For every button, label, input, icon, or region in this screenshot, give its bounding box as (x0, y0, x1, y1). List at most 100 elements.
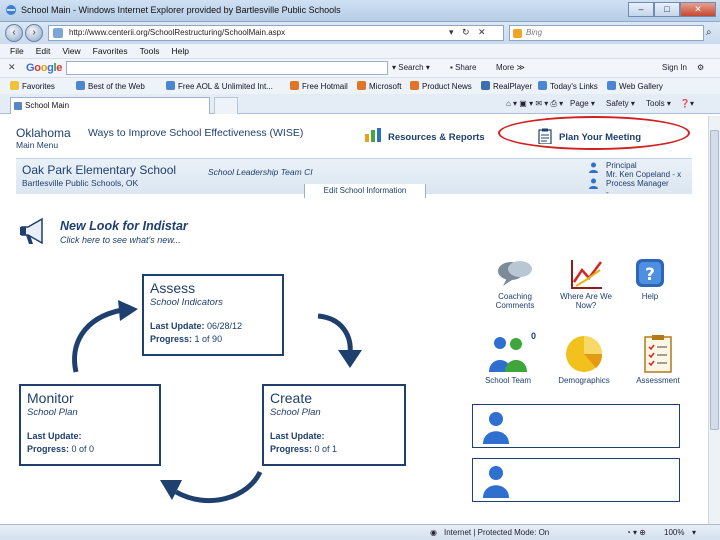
menu-tools[interactable]: Tools (140, 44, 160, 58)
tools-menu[interactable]: Tools ▾ (646, 99, 671, 108)
google-more-button[interactable]: More ≫ (496, 63, 525, 72)
svg-text:?: ? (645, 265, 655, 285)
monitor-to-assess-arrow (72, 300, 138, 373)
process-manager-name: - (606, 188, 609, 197)
page-icon (76, 81, 85, 90)
zoom-level[interactable]: 100% (664, 528, 684, 537)
fav-free-aol[interactable]: Free AOL & Unlimited Int... (166, 81, 273, 91)
bar-chart-icon[interactable] (364, 128, 382, 142)
where-are-we-now-label[interactable]: Where Are We Now? (549, 292, 623, 310)
close-button[interactable]: ✕ (680, 2, 716, 17)
school-name: Oak Park Elementary School (22, 163, 177, 177)
tab-school-main[interactable]: School Main (10, 97, 210, 114)
assessment-tile[interactable]: Assessment (621, 334, 695, 385)
person-icon (589, 162, 598, 173)
google-search-button[interactable]: ▾ Search ▾ (392, 63, 430, 72)
create-last-update: Last Update: (270, 431, 325, 441)
school-team-label[interactable]: School Team (471, 376, 545, 385)
tab-bar: School Main ⌂ ▾ ▣ ▾ ✉ ▾ ⎙ ▾ Page ▾ Safet… (0, 94, 720, 114)
assess-to-create-arrow (317, 313, 362, 368)
zoom-dropdown-icon[interactable]: ▾ (692, 528, 696, 537)
google-share-button[interactable]: ▪ Share (450, 63, 476, 72)
back-button[interactable]: ‹ (5, 24, 23, 42)
assessment-label[interactable]: Assessment (621, 376, 695, 385)
edit-school-info-button[interactable]: Edit School Information (304, 184, 426, 198)
announcement-title[interactable]: New Look for Indistar (60, 219, 188, 233)
zoom-icons[interactable]: ◔ ▾ ⊕ (626, 528, 646, 537)
bing-search-field[interactable]: Bing (509, 25, 704, 41)
page-menu[interactable]: Page ▾ (570, 99, 595, 108)
speech-bubbles-icon (498, 261, 532, 286)
create-subtitle: School Plan (270, 407, 321, 418)
team-icon (489, 337, 527, 372)
menu-help[interactable]: Help (171, 44, 188, 58)
fav-web-gallery[interactable]: Web Gallery (607, 81, 663, 91)
help-label[interactable]: Help (613, 292, 687, 301)
google-logo: Google (26, 62, 63, 74)
fav-realplayer[interactable]: RealPlayer (481, 81, 532, 91)
help-tile[interactable]: ? Help (613, 258, 687, 301)
menu-edit[interactable]: Edit (36, 44, 51, 58)
security-zone: Internet | Protected Mode: On (444, 528, 550, 537)
maximize-button[interactable]: □ (654, 2, 680, 17)
person-icon (483, 466, 509, 498)
page-icon (481, 81, 490, 90)
fav-product-news[interactable]: Product News (410, 81, 472, 91)
monitor-progress: Progress: 0 of 0 (27, 444, 95, 454)
favorites-bar: Favorites Best of the Web Free AOL & Unl… (0, 77, 720, 94)
school-team-tile[interactable]: School Team (471, 334, 545, 385)
safety-menu[interactable]: Safety ▾ (606, 99, 635, 108)
google-search-input[interactable] (66, 61, 388, 75)
coaching-comments-label[interactable]: Coaching Comments (478, 292, 552, 310)
monitor-title[interactable]: Monitor (27, 390, 74, 406)
scroll-thumb[interactable] (710, 130, 719, 430)
create-to-monitor-arrow (160, 470, 263, 504)
google-toolbar: ✕ Google ▾ Search ▾ ▪ Share More ≫ Sign … (0, 58, 720, 77)
vertical-scrollbar[interactable] (708, 116, 720, 524)
resources-reports-link[interactable]: Resources & Reports (388, 132, 485, 143)
bing-icon (513, 29, 522, 38)
state-name: Oklahoma (16, 126, 71, 140)
google-signin-button[interactable]: Sign In (662, 63, 687, 72)
demographics-tile[interactable]: Demographics (547, 334, 621, 385)
announcement-link[interactable]: Click here to see what's new... (60, 235, 181, 245)
principal-name[interactable]: Mr. Ken Copeland - x (606, 170, 681, 179)
assess-title[interactable]: Assess (150, 280, 195, 296)
home-icon[interactable]: ⌂ ▾ ▣ ▾ ✉ ▾ ⎙ ▾ (506, 99, 563, 109)
monitor-card[interactable]: Monitor School Plan Last Update: Progres… (19, 384, 161, 466)
fav-microsoft[interactable]: Microsoft (357, 81, 401, 91)
demographics-label[interactable]: Demographics (547, 376, 621, 385)
program-title: Ways to Improve School Effectiveness (WI… (88, 127, 304, 139)
main-menu-link[interactable]: Main Menu (16, 140, 58, 150)
menu-bar: File Edit View Favorites Tools Help (0, 44, 720, 58)
page-icon (357, 81, 366, 90)
school-team-count: 0 (531, 331, 537, 341)
checklist-icon (644, 335, 672, 373)
fav-todays-links[interactable]: Today's Links (538, 81, 598, 91)
megaphone-icon[interactable] (18, 216, 50, 246)
fav-best-of-web[interactable]: Best of the Web (76, 81, 145, 91)
help-icon[interactable]: ❓▾ (680, 99, 694, 108)
minimize-button[interactable]: – (628, 2, 654, 17)
page-icon (14, 102, 22, 110)
menu-favorites[interactable]: Favorites (93, 44, 128, 58)
new-tab-button[interactable] (214, 97, 238, 114)
fav-free-hotmail[interactable]: Free Hotmail (290, 81, 348, 91)
coaching-comments-tile[interactable]: Coaching Comments (478, 258, 552, 310)
refresh-stop-icons[interactable]: ▾ ↻ ✕ (449, 27, 489, 38)
forward-button[interactable]: › (25, 24, 43, 42)
menu-view[interactable]: View (62, 44, 80, 58)
wrench-icon[interactable]: ⚙ (697, 63, 704, 72)
search-icon[interactable]: ⌕ (706, 27, 712, 38)
create-card[interactable]: Create School Plan Last Update: Progress… (262, 384, 406, 466)
assess-card[interactable]: Assess School Indicators Last Update: 06… (142, 274, 284, 356)
favorites-button[interactable]: Favorites (10, 81, 55, 91)
create-progress: Progress: 0 of 1 (270, 444, 338, 454)
close-icon[interactable]: ✕ (8, 62, 16, 73)
url-field[interactable]: http://www.centerii.org/SchoolRestructur… (48, 25, 504, 41)
where-are-we-now-tile[interactable]: Where Are We Now? (549, 258, 623, 310)
menu-file[interactable]: File (10, 44, 24, 58)
assess-last-update: Last Update: 06/28/12 (150, 321, 243, 331)
page-content: Oklahoma Main Menu Ways to Improve Schoo… (8, 116, 708, 524)
create-title[interactable]: Create (270, 390, 312, 406)
